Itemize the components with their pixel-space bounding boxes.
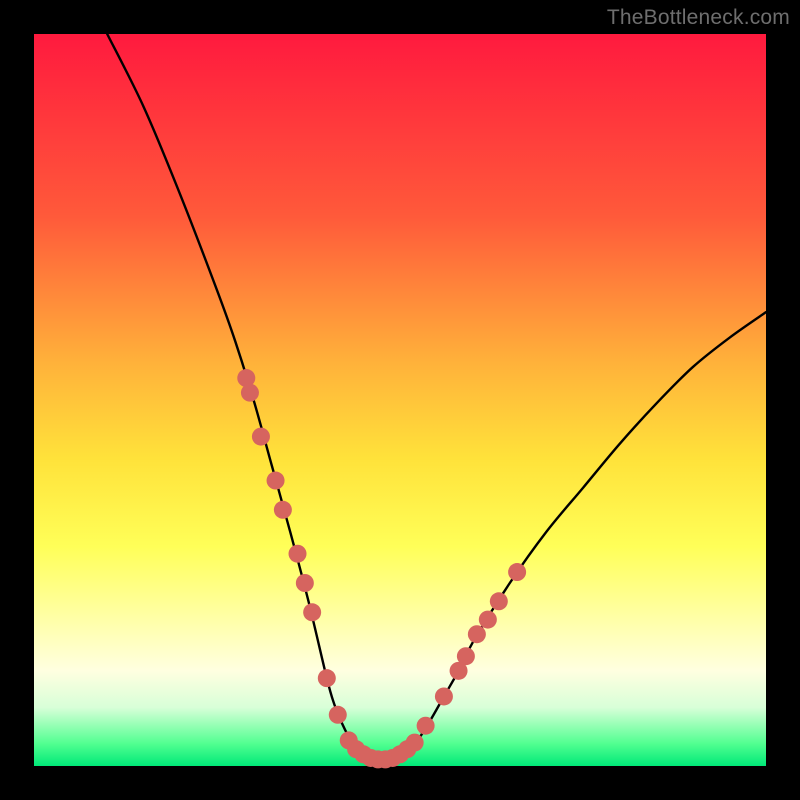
data-marker xyxy=(508,563,526,581)
data-marker xyxy=(406,734,424,752)
data-marker xyxy=(479,611,497,629)
plot-area xyxy=(34,34,766,766)
chart-svg xyxy=(34,34,766,766)
watermark-text: TheBottleneck.com xyxy=(607,6,790,30)
bottleneck-curve xyxy=(107,34,766,760)
data-marker xyxy=(267,472,285,490)
data-marker xyxy=(274,501,292,519)
data-marker xyxy=(296,574,314,592)
data-marker xyxy=(329,706,347,724)
data-marker xyxy=(468,625,486,643)
data-marker xyxy=(490,592,508,610)
chart-frame: TheBottleneck.com xyxy=(0,0,800,800)
data-marker xyxy=(318,669,336,687)
data-marker xyxy=(417,717,435,735)
data-marker xyxy=(303,603,321,621)
data-marker xyxy=(435,687,453,705)
data-markers xyxy=(237,369,526,768)
data-marker xyxy=(457,647,475,665)
data-marker xyxy=(289,545,307,563)
data-marker xyxy=(241,384,259,402)
data-marker xyxy=(252,428,270,446)
